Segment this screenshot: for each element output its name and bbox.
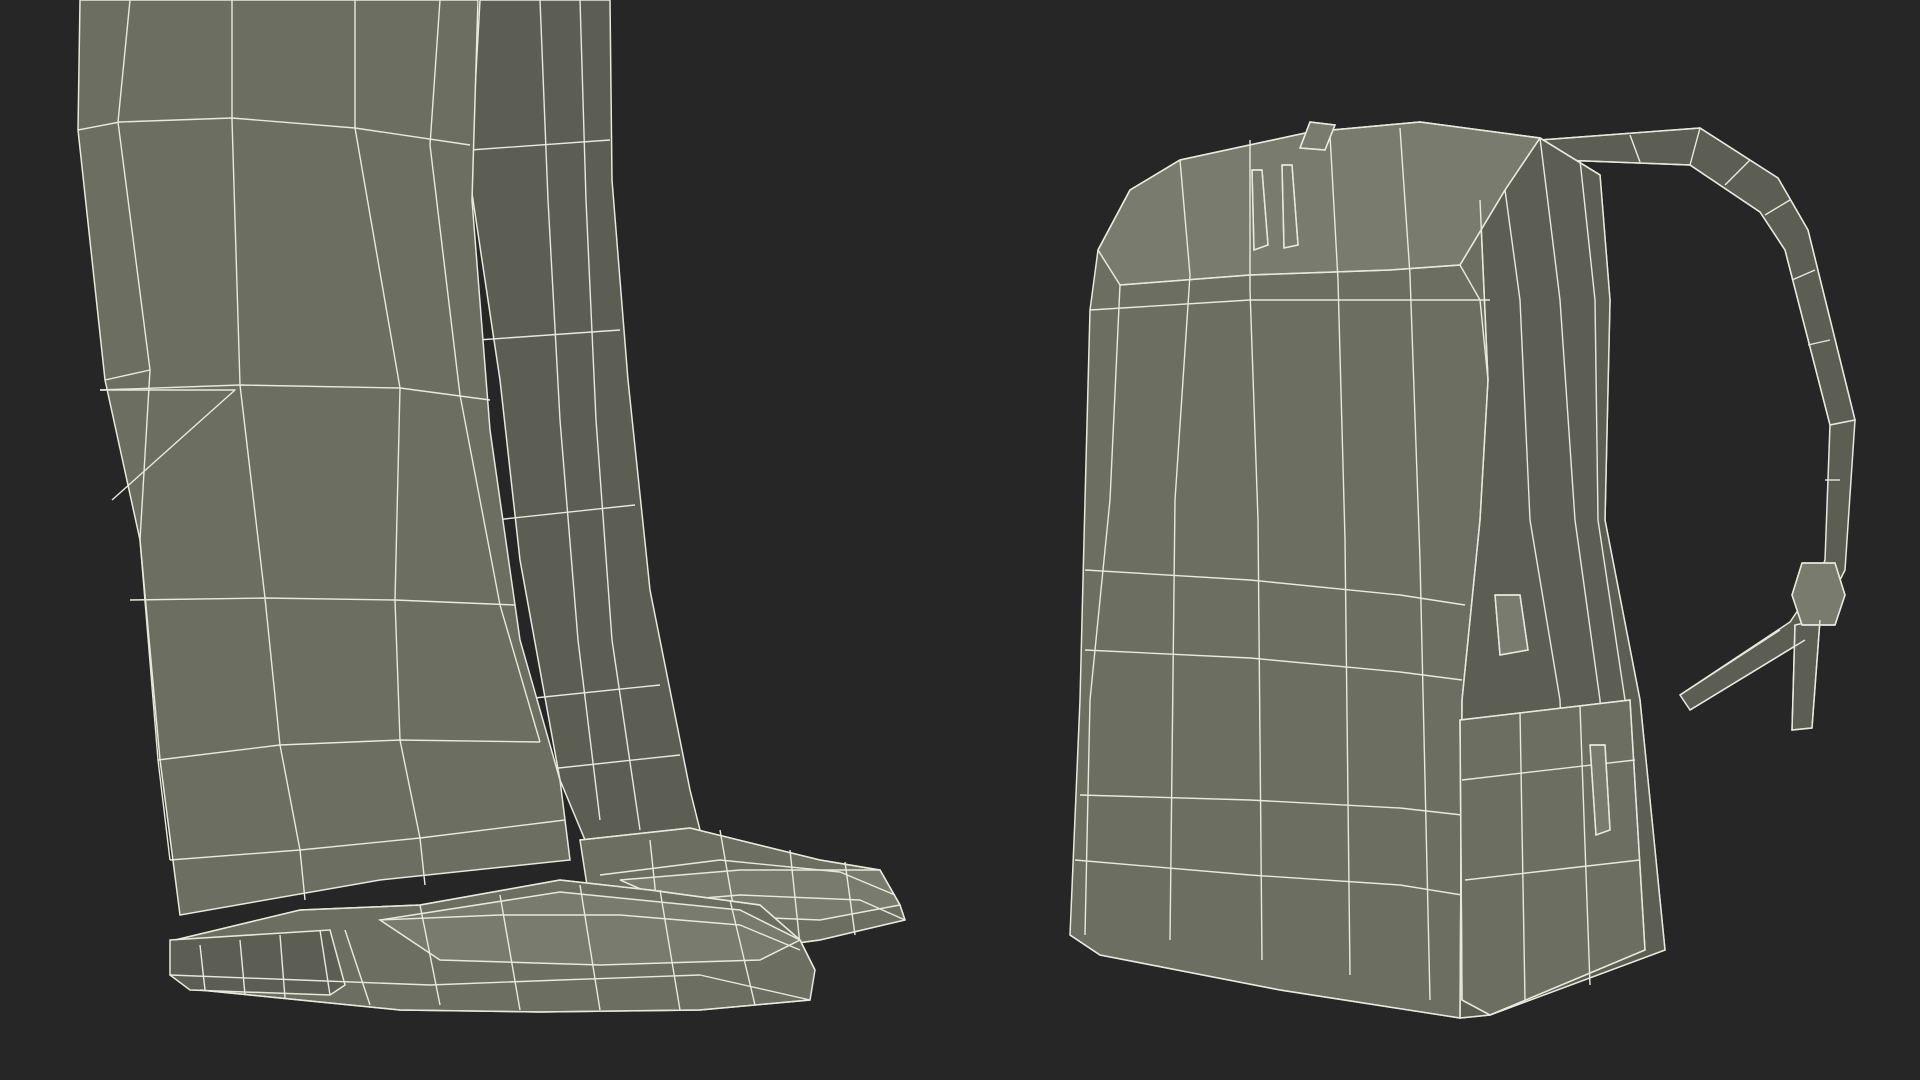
scene-canvas bbox=[0, 0, 1920, 1080]
wireframe-render-viewport bbox=[0, 0, 1920, 1080]
